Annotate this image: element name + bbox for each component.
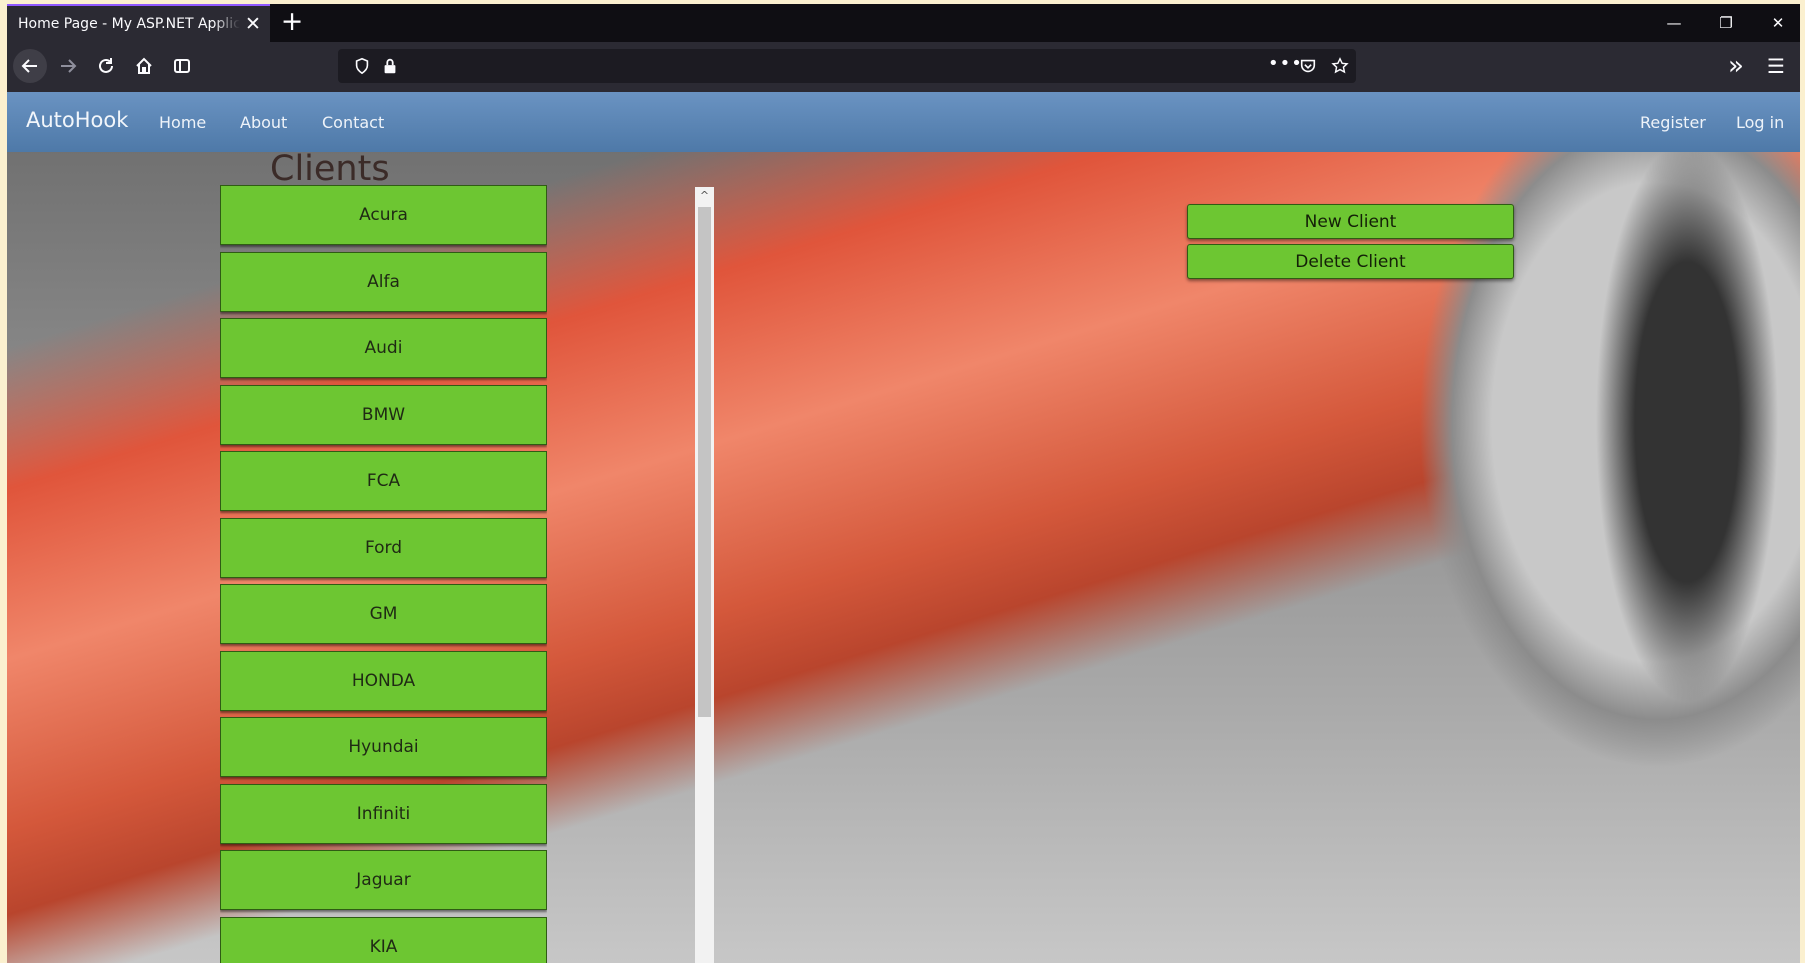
scroll-thumb[interactable] [698, 207, 711, 717]
client-list[interactable]: Acura Alfa Audi BMW FCA Ford GM HONDA Hy… [220, 185, 547, 963]
hamburger-menu-button[interactable]: ☰ [1759, 49, 1793, 83]
delete-client-button[interactable]: Delete Client [1187, 244, 1514, 279]
site-brand-link[interactable]: AutoHook [26, 108, 128, 132]
sidebar-button[interactable] [165, 49, 199, 83]
client-item-honda[interactable]: HONDA [220, 650, 547, 711]
site-header: AutoHook Home About Contact Register Log… [7, 92, 1800, 152]
web-page: AutoHook Home About Contact Register Log… [7, 92, 1800, 963]
sidebar-icon [174, 59, 190, 73]
home-icon [136, 57, 152, 74]
forward-button[interactable] [51, 49, 85, 83]
back-arrow-icon [21, 59, 37, 73]
reload-icon [99, 58, 113, 73]
back-button[interactable] [13, 49, 47, 83]
tab-title: Home Page - My ASP.NET Application [18, 16, 240, 32]
reload-button[interactable] [89, 49, 123, 83]
new-tab-button[interactable]: + [277, 8, 307, 38]
minimize-button[interactable]: — [1648, 4, 1700, 42]
client-item-acura[interactable]: Acura [220, 185, 547, 245]
nav-login-link[interactable]: Log in [1736, 113, 1784, 132]
client-item-gm[interactable]: GM [220, 584, 547, 644]
close-window-button[interactable]: ✕ [1752, 4, 1800, 42]
client-item-fca[interactable]: FCA [220, 451, 547, 511]
new-client-button[interactable]: New Client [1187, 204, 1514, 239]
address-bar[interactable]: ••• [338, 49, 1356, 83]
active-tab[interactable]: Home Page - My ASP.NET Application ✕ [7, 4, 270, 42]
client-item-infiniti[interactable]: Infiniti [220, 783, 547, 844]
nav-home-link[interactable]: Home [159, 113, 206, 132]
client-item-kia[interactable]: KIA [220, 916, 547, 963]
client-item-alfa[interactable]: Alfa [220, 251, 547, 312]
tab-strip: Home Page - My ASP.NET Application ✕ + —… [7, 4, 1800, 42]
shield-icon[interactable] [352, 56, 372, 76]
nav-register-link[interactable]: Register [1640, 113, 1706, 132]
tab-close-icon[interactable]: ✕ [243, 12, 263, 36]
lock-icon[interactable] [380, 56, 400, 76]
pocket-icon[interactable] [1298, 56, 1318, 76]
page-title: Clients [270, 149, 390, 189]
overflow-menu-button[interactable]: » [1719, 49, 1753, 83]
restore-button[interactable]: ❐ [1700, 4, 1752, 42]
star-icon[interactable] [1330, 56, 1350, 76]
client-list-scrollbar[interactable]: ^ [695, 187, 714, 963]
client-item-ford[interactable]: Ford [220, 517, 547, 578]
client-item-jaguar[interactable]: Jaguar [220, 850, 547, 910]
forward-arrow-icon [61, 59, 77, 73]
nav-contact-link[interactable]: Contact [322, 113, 384, 132]
nav-about-link[interactable]: About [240, 113, 287, 132]
scroll-up-arrow-icon[interactable]: ^ [695, 187, 714, 205]
client-item-audi[interactable]: Audi [220, 318, 547, 378]
client-item-bmw[interactable]: BMW [220, 384, 547, 445]
client-item-hyundai[interactable]: Hyundai [220, 717, 547, 777]
main-content: Clients Acura Alfa Audi BMW FCA Ford GM … [7, 149, 1800, 963]
home-button[interactable] [127, 49, 161, 83]
browser-window: Home Page - My ASP.NET Application ✕ + —… [7, 4, 1800, 963]
browser-toolbar: ••• » ☰ [7, 42, 1800, 92]
